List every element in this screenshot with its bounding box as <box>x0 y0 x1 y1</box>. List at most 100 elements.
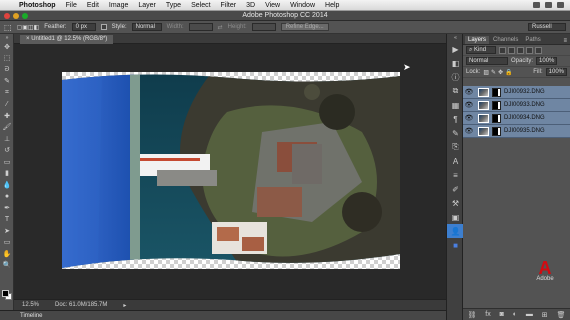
adjustment-filter-icon[interactable] <box>508 46 515 54</box>
menu-type[interactable]: Type <box>161 2 186 9</box>
visibility-eye-icon[interactable]: 👁 <box>463 101 475 109</box>
layer-mask-thumbnail[interactable] <box>492 87 501 97</box>
info-icon[interactable]: ⓘ <box>447 70 464 84</box>
document-size[interactable]: Doc: 61.0M/185.7M <box>55 302 107 308</box>
properties-icon[interactable]: ≡ <box>447 168 464 182</box>
collapse-tools-icon[interactable]: » <box>0 34 14 41</box>
dodge-tool-icon[interactable]: ● <box>0 191 14 203</box>
history-brush-tool-icon[interactable]: ↺ <box>0 145 14 157</box>
paragraph-icon[interactable]: ¶ <box>447 112 464 126</box>
filter-kind-select[interactable]: ⌕ Kind <box>466 46 496 54</box>
layer-row[interactable]: 👁 DJI00933.DNG <box>463 99 570 112</box>
clone-stamp-tool-icon[interactable]: ⊥ <box>0 133 14 145</box>
tab-layers[interactable]: Layers <box>465 36 490 44</box>
adjust-icon[interactable]: ◧ <box>447 56 464 70</box>
document-canvas[interactable] <box>62 72 400 269</box>
menu-photoshop[interactable]: Photoshop <box>14 2 61 9</box>
zoom-level[interactable]: 12.5% <box>22 302 39 308</box>
menu-3d[interactable]: 3D <box>241 2 260 9</box>
width-input[interactable] <box>188 23 213 31</box>
layer-mask-thumbnail[interactable] <box>492 113 501 123</box>
visibility-eye-icon[interactable]: 👁 <box>463 114 475 122</box>
layer-row[interactable]: 👁 DJI00932.DNG <box>463 86 570 99</box>
path-select-tool-icon[interactable]: ➤ <box>0 225 14 237</box>
delete-layer-icon[interactable]: 🗑 <box>557 311 566 319</box>
swap-icon[interactable]: ⇄ <box>218 24 223 31</box>
new-layer-icon[interactable]: ⊞ <box>542 311 548 319</box>
type-filter-icon[interactable] <box>517 46 524 54</box>
visibility-eye-icon[interactable]: 👁 <box>463 88 475 96</box>
spotlight-icon[interactable] <box>557 2 564 8</box>
quick-select-tool-icon[interactable]: ✎ <box>0 76 14 88</box>
marquee-tool-icon[interactable]: ⬚ <box>4 23 12 32</box>
brush-tool-icon[interactable]: 🖌 <box>0 122 14 134</box>
smart-object-filter-icon[interactable] <box>535 46 542 54</box>
zoom-tool-icon[interactable]: 🔍 <box>0 260 14 272</box>
menu-image[interactable]: Image <box>104 2 133 9</box>
document-tab[interactable]: × Untitled1 @ 12.5% (RGB/8*) <box>20 35 114 44</box>
workspace-select[interactable]: Russell <box>528 23 566 31</box>
pixel-filter-icon[interactable] <box>499 46 506 54</box>
eraser-tool-icon[interactable]: ▭ <box>0 156 14 168</box>
fill-input[interactable]: 100% <box>545 68 567 76</box>
brush-presets-icon[interactable]: ✎ <box>447 126 464 140</box>
tool-presets-icon[interactable]: ⚒ <box>447 196 464 210</box>
layer-row[interactable]: 👁 DJI00935.DNG <box>463 125 570 138</box>
user-icon[interactable]: 👤 <box>447 224 464 238</box>
timeline-panel-tab[interactable]: Timeline <box>0 310 446 320</box>
menu-edit[interactable]: Edit <box>82 2 104 9</box>
menu-view[interactable]: View <box>260 2 285 9</box>
close-window-icon[interactable] <box>4 13 10 19</box>
swatches-icon[interactable]: ▦ <box>447 98 464 112</box>
layer-mask-thumbnail[interactable] <box>492 126 501 136</box>
menu-help[interactable]: Help <box>320 2 344 9</box>
menu-layer[interactable]: Layer <box>133 2 161 9</box>
antialias-checkbox[interactable] <box>100 24 107 30</box>
gradient-tool-icon[interactable]: ▮ <box>0 168 14 180</box>
opacity-input[interactable]: 100% <box>536 57 558 65</box>
refine-edge-button[interactable]: Refine Edge... <box>280 23 329 31</box>
adjustment-layer-icon[interactable]: ◐ <box>513 311 517 318</box>
navigator-icon[interactable]: ▣ <box>447 210 464 224</box>
layer-row[interactable]: 👁 DJI00934.DNG <box>463 112 570 125</box>
color-panel-icon[interactable]: ■ <box>447 238 464 252</box>
character-icon[interactable]: A <box>447 154 464 168</box>
eyedropper-tool-icon[interactable]: ⁄ <box>0 99 14 111</box>
tab-paths[interactable]: Paths <box>522 36 543 44</box>
crop-tool-icon[interactable]: ⌗ <box>0 87 14 99</box>
menu-file[interactable]: File <box>61 2 82 9</box>
close-tab-icon[interactable]: × <box>26 36 30 42</box>
blend-mode-select[interactable]: Normal <box>466 57 508 65</box>
new-selection-icon[interactable]: ▢▣◫◧ <box>17 24 40 31</box>
marquee-tool-icon[interactable]: ⬚ <box>0 53 14 65</box>
battery-icon[interactable] <box>545 2 552 8</box>
layer-style-icon[interactable]: fx <box>485 311 490 318</box>
visibility-eye-icon[interactable]: 👁 <box>463 127 475 135</box>
tab-channels[interactable]: Channels <box>490 36 521 44</box>
zoom-window-icon[interactable] <box>22 13 28 19</box>
menu-filter[interactable]: Filter <box>216 2 242 9</box>
clone-source-icon[interactable]: ⎘ <box>447 140 464 154</box>
collapse-dock-icon[interactable]: « <box>447 34 464 42</box>
hand-tool-icon[interactable]: ✋ <box>0 248 14 260</box>
canvas-area[interactable]: ➤ <box>14 44 446 299</box>
type-tool-icon[interactable]: T <box>0 214 14 226</box>
play-icon[interactable]: ▶ <box>447 42 464 56</box>
new-group-icon[interactable]: ▬ <box>526 311 533 318</box>
minimize-window-icon[interactable] <box>13 13 19 19</box>
lasso-tool-icon[interactable]: ᘐ <box>0 64 14 76</box>
pen-tool-icon[interactable]: ✒ <box>0 202 14 214</box>
shape-tool-icon[interactable]: ▭ <box>0 237 14 249</box>
add-mask-icon[interactable]: ◙ <box>500 311 504 318</box>
foreground-color-swatch[interactable] <box>2 290 9 297</box>
healing-brush-tool-icon[interactable]: ✚ <box>0 110 14 122</box>
move-tool-icon[interactable]: ✥ <box>0 41 14 53</box>
notes-icon[interactable]: ✐ <box>447 182 464 196</box>
lock-icons[interactable]: ▨✎✥🔒 <box>483 69 514 76</box>
feather-input[interactable]: 0 px <box>71 23 96 31</box>
link-layers-icon[interactable]: ⛓ <box>467 311 476 319</box>
menu-select[interactable]: Select <box>186 2 215 9</box>
status-menu-icon[interactable]: ▸ <box>123 302 126 309</box>
shape-filter-icon[interactable] <box>526 46 533 54</box>
layer-mask-thumbnail[interactable] <box>492 100 501 110</box>
